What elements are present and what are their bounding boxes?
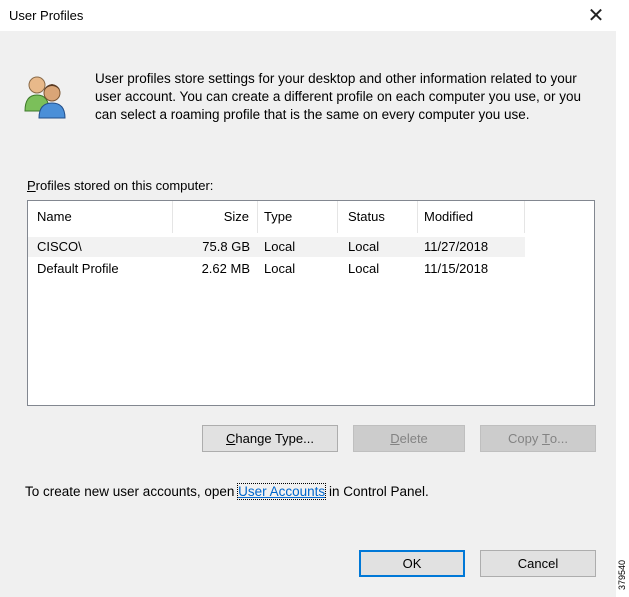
users-icon <box>24 76 66 119</box>
cell-status: Local <box>348 239 380 254</box>
user-profiles-dialog: User Profiles ✕ User profiles store sett… <box>0 0 616 597</box>
user-accounts-link[interactable]: User Accounts <box>237 483 327 500</box>
cell-status: Local <box>348 261 380 276</box>
copy-to-label-start: Copy <box>508 431 542 446</box>
column-header-status[interactable]: Status <box>338 201 418 233</box>
delete-mnemonic: D <box>390 431 400 446</box>
intro-text: User profiles store settings for your de… <box>95 71 582 122</box>
delete-button[interactable]: Delete <box>353 425 465 452</box>
column-header-type[interactable]: Type <box>258 201 338 233</box>
change-type-mnemonic: C <box>226 431 236 446</box>
footer-text: To create new user accounts, open User A… <box>25 483 429 500</box>
profiles-label-mnemonic: P <box>27 178 36 193</box>
profiles-label-text: rofiles stored on this computer: <box>35 178 214 193</box>
profiles-list[interactable]: Name Size Type Status Modified CISCO\ 75… <box>27 200 595 406</box>
profiles-label: Profiles stored on this computer: <box>27 178 213 193</box>
copy-to-label-end: o... <box>549 431 568 446</box>
cancel-button[interactable]: Cancel <box>480 550 596 577</box>
dialog-title: User Profiles <box>9 8 84 23</box>
copy-to-mnemonic: T <box>541 431 550 446</box>
cell-type: Local <box>264 239 296 254</box>
table-row[interactable]: CISCO\ 75.8 GB Local Local 11/27/2018 <box>28 237 525 257</box>
figure-id-label: 379540 <box>617 560 627 591</box>
table-row[interactable]: Default Profile 2.62 MB Local Local 11/1… <box>28 259 525 279</box>
change-type-button[interactable]: Change Type... <box>202 425 338 452</box>
column-header-modified[interactable]: Modified <box>418 201 525 233</box>
ok-button[interactable]: OK <box>359 550 465 577</box>
column-header-size[interactable]: Size <box>173 201 258 233</box>
column-header-name[interactable]: Name <box>28 201 173 233</box>
change-type-label: hange Type... <box>235 431 314 446</box>
close-icon: ✕ <box>587 5 605 27</box>
cell-type: Local <box>264 261 296 276</box>
delete-label: elete <box>399 431 428 446</box>
cell-modified: 11/15/2018 <box>424 261 489 276</box>
cell-size: 75.8 GB <box>202 239 250 254</box>
cell-size: 2.62 MB <box>201 261 250 276</box>
cell-name: CISCO\ <box>37 239 82 254</box>
close-button[interactable]: ✕ <box>576 0 616 31</box>
footer-text-start: To create new user accounts, open <box>25 484 239 499</box>
cell-modified: 11/27/2018 <box>424 239 489 254</box>
title-bar: User Profiles ✕ <box>0 0 616 31</box>
footer-text-end: in Control Panel. <box>325 484 429 499</box>
list-header: Name Size Type Status Modified <box>28 201 594 233</box>
copy-to-button[interactable]: Copy To... <box>480 425 596 452</box>
cell-name: Default Profile <box>37 261 119 276</box>
